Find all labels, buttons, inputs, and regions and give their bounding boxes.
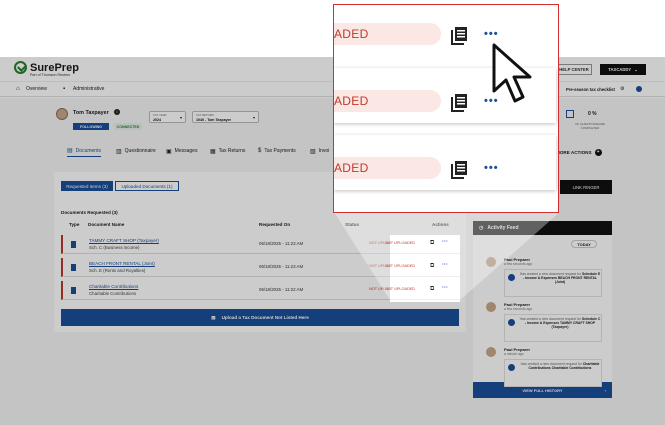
status-badge: NOT UPLOADED: [385, 241, 415, 245]
status-pill: ADED: [334, 157, 441, 179]
copy-icon[interactable]: ⧉: [430, 263, 434, 270]
more-options-icon[interactable]: •••: [484, 28, 499, 40]
mouse-pointer-icon: [492, 43, 532, 103]
status-pill: ADED: [334, 23, 441, 45]
zoom-callout: ADED ••• ADED ••• ADED •••: [333, 4, 559, 213]
copy-documents-icon[interactable]: [449, 158, 471, 180]
stage: SurePrep Part of Thomson Reuters HELP CE…: [0, 0, 665, 425]
copy-icon[interactable]: ⧉: [430, 286, 434, 293]
highlight-row: NOT UPLOADED ⧉ ···: [385, 235, 460, 254]
copy-icon[interactable]: ⧉: [430, 240, 434, 247]
copy-documents-icon[interactable]: [449, 91, 471, 113]
more-options-icon[interactable]: ···: [442, 285, 448, 291]
zoom-row: ADED •••: [334, 135, 556, 190]
status-badge: NOT UPLOADED: [385, 287, 415, 291]
status-fragment: ADED: [334, 94, 369, 108]
status-pill: ADED: [334, 90, 441, 112]
copy-documents-icon[interactable]: [449, 24, 471, 46]
status-badge: NOT UPLOADED: [385, 264, 415, 268]
status-fragment: ADED: [334, 27, 369, 41]
highlight-row: NOT UPLOADED ⧉ ···: [385, 258, 460, 277]
highlighted-actions: NOT UPLOADED ⧉ ··· NOT UPLOADED ⧉ ··· NOT UP…: [385, 235, 460, 302]
more-options-icon[interactable]: ···: [442, 239, 448, 245]
status-fragment: ADED: [334, 161, 369, 175]
more-options-icon[interactable]: •••: [484, 162, 499, 174]
highlight-row: NOT UPLOADED ⧉ ···: [385, 281, 460, 300]
more-options-icon[interactable]: ···: [442, 262, 448, 268]
